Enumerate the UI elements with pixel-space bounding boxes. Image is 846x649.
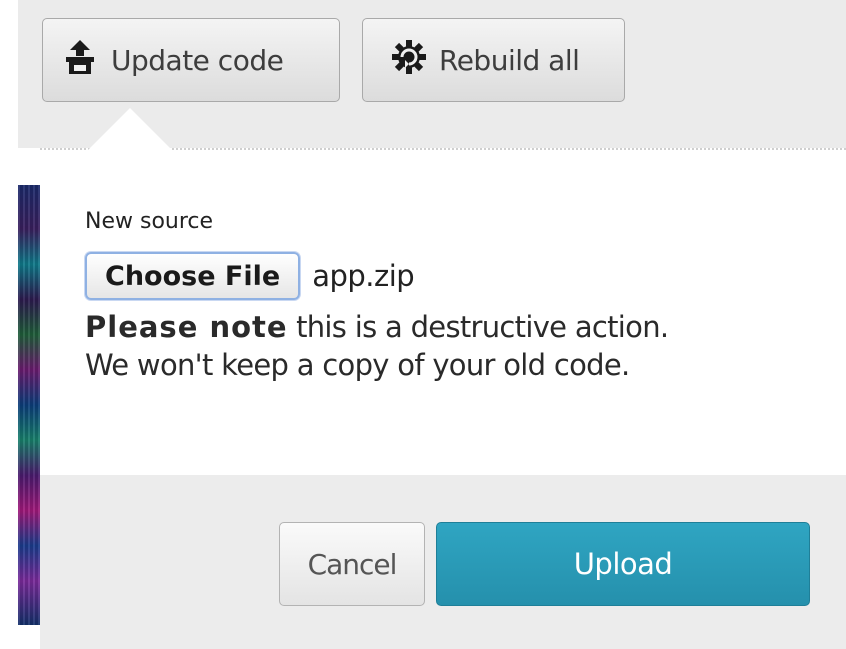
selected-file-name: app.zip <box>312 259 415 293</box>
rebuild-all-button[interactable]: Rebuild all <box>362 18 625 102</box>
warning-line-2: We won't keep a copy of your old code. <box>85 348 630 382</box>
upload-box-icon <box>65 39 95 81</box>
gear-refresh-icon <box>391 39 427 82</box>
popover-arrow <box>88 108 172 150</box>
new-source-label: New source <box>85 209 214 234</box>
warning-emphasis: Please note <box>85 310 288 344</box>
rebuild-all-label: Rebuild all <box>439 43 580 77</box>
upload-button[interactable]: Upload <box>436 522 810 606</box>
update-code-button[interactable]: Update code <box>42 18 340 102</box>
cancel-button[interactable]: Cancel <box>279 522 425 606</box>
choose-file-button[interactable]: Choose File <box>85 252 301 300</box>
background-artwork <box>18 185 42 625</box>
warning-line-1: Please note this is a destructive action… <box>85 308 825 346</box>
update-code-label: Update code <box>111 43 284 77</box>
file-input-row: Choose File app.zip <box>85 252 415 300</box>
left-edge <box>0 0 18 649</box>
destructive-warning: Please note this is a destructive action… <box>85 308 825 384</box>
warning-line-1-text: this is a destructive action. <box>287 310 669 344</box>
update-code-dialog-screen: Update code Rebuild all New source Choos… <box>0 0 846 649</box>
